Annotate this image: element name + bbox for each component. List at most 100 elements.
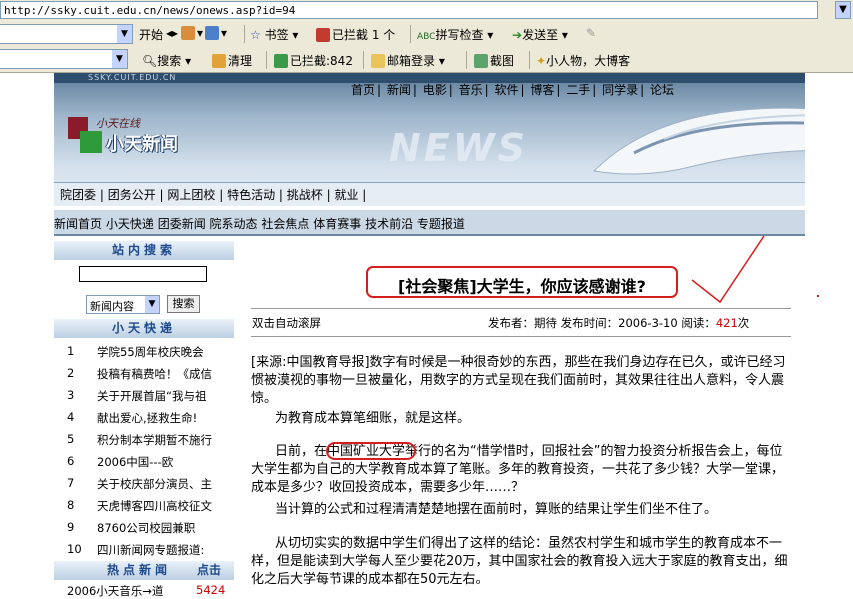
- plugin-icon[interactable]: ▾: [205, 26, 227, 40]
- autoscroll-hint[interactable]: 双击自动滚屏: [252, 315, 321, 331]
- list-item-number: 1: [67, 344, 75, 358]
- sub-nav-item[interactable]: 就业: [334, 188, 358, 202]
- search-scope-value: 新闻内容: [90, 300, 134, 313]
- list-item[interactable]: 9 8760公司校园兼职: [54, 517, 234, 539]
- category-item[interactable]: 体育赛事: [313, 217, 361, 231]
- list-item-title[interactable]: 关于开展首届“我与祖: [97, 388, 232, 404]
- site-search-input[interactable]: [79, 266, 207, 282]
- list-item[interactable]: 4 献出爱心,拯救生命!: [54, 407, 234, 429]
- popup-blocked-button[interactable]: 已拦截 1 个: [316, 26, 395, 43]
- screenshot-button[interactable]: 截图: [474, 52, 514, 69]
- category-item[interactable]: 专题报道: [417, 217, 465, 231]
- site-search-button[interactable]: 搜索: [167, 295, 200, 313]
- start-button[interactable]: 开始: [139, 26, 163, 43]
- list-item-title[interactable]: 积分制本学期暂不施行: [97, 432, 232, 448]
- search-icon: 🔍︎: [142, 54, 158, 68]
- category-item[interactable]: 新闻首页: [54, 217, 102, 231]
- category-item[interactable]: 小天快递: [106, 217, 154, 231]
- express-heading: 小天快递: [54, 319, 234, 338]
- banner-news-word: NEWS: [389, 126, 529, 170]
- site-banner: SSKY.CUIT.EDU.CN 首页 | 新闻 | 电影 | 音乐 | 软件 | 博客 |…: [54, 73, 805, 206]
- chevron-down-icon[interactable]: ▼: [112, 50, 127, 68]
- express-list: 1 学院55周年校庆晚会 2 投稿有稿费哈！《成信 3 关于开展首届“我与祖 4 献出爱…: [54, 341, 234, 561]
- list-item[interactable]: 6 2006中国---欧: [54, 451, 234, 473]
- category-item[interactable]: 社会焦点: [261, 217, 309, 231]
- star-icon: ☆: [250, 28, 261, 42]
- list-item[interactable]: 10 四川新闻网专题报道:: [54, 539, 234, 561]
- hot-news-title-link[interactable]: 2006小天音乐→道: [67, 583, 163, 599]
- top-nav-item[interactable]: 首页: [351, 83, 375, 97]
- sub-nav: 院团委 | 团务公开 | 网上团校 | 特色活动 | 挑战杯 | 就业 |: [54, 182, 805, 205]
- spellcheck-button[interactable]: ABC拼写检查 ▾: [417, 26, 493, 43]
- url-input[interactable]: http://ssky.cuit.edu.cn/news/onews.asp?i…: [0, 1, 818, 19]
- list-item-title[interactable]: 学院55周年校庆晚会: [97, 344, 232, 360]
- tools-icon[interactable]: ▾: [181, 26, 203, 40]
- top-nav-item[interactable]: 软件: [495, 83, 519, 97]
- list-item[interactable]: 1 学院55周年校庆晚会: [54, 341, 234, 363]
- clean-label: 清理: [228, 54, 253, 68]
- list-item-title[interactable]: 投稿有稿费哈！《成信: [97, 366, 232, 382]
- url-dropdown-button[interactable]: ▼: [835, 1, 851, 19]
- sub-nav-item[interactable]: 网上团校: [167, 188, 215, 202]
- pen-icon[interactable]: ✎: [586, 26, 596, 40]
- toolbar-search-combo[interactable]: ▼: [0, 24, 133, 44]
- nav-arrows-icon[interactable]: ◂▸: [166, 26, 178, 40]
- chevron-down-icon[interactable]: ▼: [145, 296, 159, 313]
- send-to-button[interactable]: ➔发送至 ▾: [512, 26, 568, 43]
- article-paragraph: 为教育成本算笔细账，就是这样。: [275, 411, 471, 426]
- top-nav-item[interactable]: 新闻: [387, 83, 411, 97]
- sub-nav-item[interactable]: 团务公开: [108, 188, 156, 202]
- category-item[interactable]: 院系动态: [210, 217, 258, 231]
- list-item[interactable]: 5 积分制本学期暂不施行: [54, 429, 234, 451]
- browser-toolbar-2: ▼ 🔍︎搜索 ▾ 清理 已拦截:842 邮箱登录 ▾ 截图 ✦小人物，大博客: [0, 46, 853, 73]
- blocked-count-label: 已拦截:842: [290, 54, 353, 68]
- list-item[interactable]: 7 关于校庆部分演员、主: [54, 473, 234, 495]
- bookmarks-label: 书签: [264, 28, 289, 42]
- search-button[interactable]: 🔍︎搜索 ▾: [142, 52, 191, 69]
- list-item-title[interactable]: 2006中国---欧: [97, 454, 232, 470]
- list-item-title[interactable]: 8760公司校园兼职: [97, 520, 232, 536]
- sub-nav-item[interactable]: 院团委: [60, 188, 96, 202]
- blog-icon: ✦: [536, 54, 547, 68]
- list-item-title[interactable]: 天虎博客四川高校征文: [97, 498, 232, 514]
- category-item[interactable]: 团委新闻: [158, 217, 206, 231]
- mail-login-label: 邮箱登录: [387, 54, 436, 68]
- screenshot-label: 截图: [490, 54, 515, 68]
- sub-nav-item[interactable]: 特色活动: [227, 188, 275, 202]
- article-meta-text: 发布者：期待 发布时间：2006-3-10 阅读：: [488, 316, 716, 330]
- category-item[interactable]: 技术前沿: [365, 217, 413, 231]
- article-paragraph: 从切切实实的数据中学生们得出了这样的结论：虽然农村学生和城市学生的教育成本不一样…: [251, 536, 788, 587]
- list-item[interactable]: 2 投稿有稿费哈！《成信: [54, 363, 234, 385]
- address-bar: http://ssky.cuit.edu.cn/news/onews.asp?i…: [0, 0, 853, 23]
- blog-button[interactable]: ✦小人物，大博客: [536, 52, 630, 69]
- top-nav-item[interactable]: 博客: [530, 83, 554, 97]
- list-item[interactable]: 3 关于开展首届“我与祖: [54, 385, 234, 407]
- search-scope-select[interactable]: 新闻内容 ▼: [86, 295, 160, 314]
- chevron-down-icon[interactable]: ▼: [117, 25, 132, 43]
- top-nav-item[interactable]: 音乐: [459, 83, 483, 97]
- hot-news-title: 热点新闻: [107, 563, 172, 577]
- blocked-icon: [274, 54, 288, 68]
- url-text: http://ssky.cuit.edu.cn/news/onews.asp?i…: [4, 4, 296, 17]
- camera-icon: [474, 54, 488, 68]
- list-item-title[interactable]: 四川新闻网专题报道:: [97, 542, 232, 558]
- list-item-title[interactable]: 关于校庆部分演员、主: [97, 476, 232, 492]
- logo-green-square: [80, 131, 102, 153]
- clean-button[interactable]: 清理: [212, 52, 252, 69]
- hot-news-heading: 热点新闻 点击: [54, 561, 234, 580]
- spellcheck-icon: ABC: [417, 32, 436, 42]
- sub-nav-item[interactable]: 挑战杯: [287, 188, 323, 202]
- top-nav-item[interactable]: 电影: [423, 83, 447, 97]
- list-item[interactable]: 8 天虎博客四川高校征文: [54, 495, 234, 517]
- bookmarks-button[interactable]: ☆ 书签 ▾: [250, 26, 298, 43]
- blocked-count-button[interactable]: 已拦截:842: [274, 52, 353, 69]
- mail-login-button[interactable]: 邮箱登录 ▾: [371, 52, 445, 69]
- toolbar-combo[interactable]: ▼: [0, 49, 128, 69]
- list-item-title[interactable]: 献出爱心,拯救生命!: [97, 410, 232, 426]
- red-dot-annotation: [817, 295, 819, 297]
- divider: [251, 336, 791, 337]
- red-circle-annotation: [326, 442, 416, 460]
- site-logo[interactable]: 小天新闻: [106, 130, 178, 156]
- arrow-right-icon: ➔: [512, 28, 523, 42]
- mail-icon: [371, 54, 385, 68]
